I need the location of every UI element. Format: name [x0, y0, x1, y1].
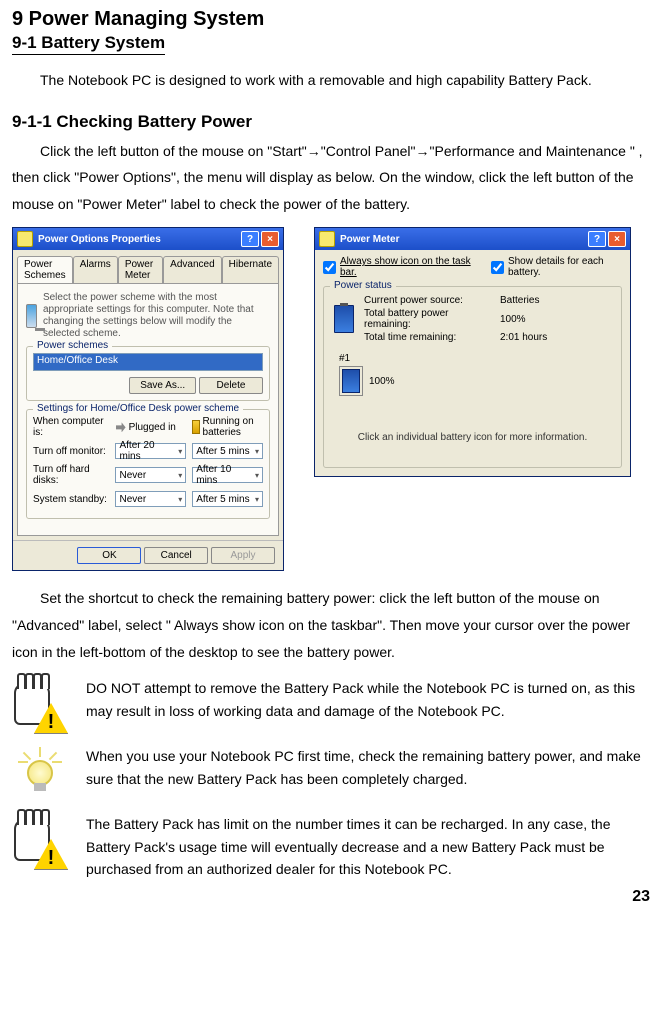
line1-label: Current power source: — [364, 295, 494, 306]
combo-plugged[interactable]: After 20 mins — [115, 443, 186, 459]
battery-1-pct: 100% — [369, 376, 395, 387]
combo-plugged[interactable]: Never — [115, 491, 186, 507]
monitor-icon — [26, 304, 37, 328]
row-label: System standby: — [33, 494, 109, 505]
hand-warning-icon — [12, 677, 68, 733]
paragraph-1: The Notebook PC is designed to work with… — [12, 67, 650, 94]
line3-label: Total time remaining: — [364, 332, 494, 343]
cancel-button[interactable]: Cancel — [144, 547, 208, 564]
power-status-group: Power status Current power source:Batter… — [323, 286, 622, 468]
legend: Power status — [330, 280, 396, 291]
p3-text: Set the shortcut to check the remaining … — [12, 590, 630, 659]
p1-text: The Notebook PC is designed to work with… — [40, 72, 592, 88]
line1-value: Batteries — [500, 295, 580, 306]
row-label: Turn off monitor: — [33, 446, 109, 457]
description-text: Select the power scheme with the most ap… — [43, 292, 270, 340]
row-monitor: Turn off monitor: After 20 mins After 5 … — [33, 443, 263, 459]
tab-power-schemes[interactable]: Power Schemes — [17, 256, 73, 283]
note3-text: The Battery Pack has limit on the number… — [86, 813, 650, 880]
batteries-label: Running on batteries — [203, 416, 263, 438]
row-harddisk: Turn off hard disks: Never After 10 mins — [33, 464, 263, 486]
when-label: When computer is: — [33, 416, 110, 438]
chk2-label: Show details for each battery. — [508, 256, 622, 278]
battery-number: #1 — [339, 353, 611, 364]
line2-value: 100% — [500, 314, 580, 325]
settings-group: Settings for Home/Office Desk power sche… — [26, 409, 270, 519]
heading-2: 9-1 Battery System — [12, 33, 165, 55]
screenshot-row: Power Options Properties ? × Power Schem… — [12, 227, 650, 571]
status-grid: Current power source: Batteries Total bat… — [334, 295, 611, 343]
combo-battery[interactable]: After 5 mins — [192, 491, 263, 507]
legend: Settings for Home/Office Desk power sche… — [33, 403, 243, 414]
apply-button[interactable]: Apply — [211, 547, 275, 564]
tab-power-meter[interactable]: Power Meter — [118, 256, 163, 283]
warning-note-2: The Battery Pack has limit on the number… — [12, 813, 650, 880]
page-number: 23 — [12, 888, 650, 906]
combo-plugged[interactable]: Never — [115, 467, 186, 483]
description-row: Select the power scheme with the most ap… — [26, 292, 270, 340]
tab-alarms[interactable]: Alarms — [73, 256, 118, 283]
close-button[interactable]: × — [261, 231, 279, 247]
help-button[interactable]: ? — [588, 231, 606, 247]
tab-advanced[interactable]: Advanced — [163, 256, 221, 283]
save-as-button[interactable]: Save As... — [129, 377, 196, 394]
plugged-label: Plugged in — [129, 422, 176, 433]
help-button[interactable]: ? — [241, 231, 259, 247]
combo-battery[interactable]: After 5 mins — [192, 443, 263, 459]
power-icon — [17, 231, 33, 247]
heading-1: 9 Power Managing System — [12, 8, 650, 31]
close-button[interactable]: × — [608, 231, 626, 247]
p2-text: Click the left button of the mouse on "S… — [12, 143, 643, 212]
tabs: Power Schemes Alarms Power Meter Advance… — [13, 250, 283, 283]
checkbox-row: Always show icon on the task bar. Show d… — [315, 250, 630, 284]
paragraph-3: Set the shortcut to check the remaining … — [12, 585, 650, 665]
legend: Power schemes — [33, 340, 112, 351]
lightbulb-icon — [12, 745, 68, 801]
power-meter-window: Power Meter ? × Always show icon on the … — [314, 227, 631, 477]
titlebar: Power Options Properties ? × — [13, 228, 283, 250]
window-title: Power Options Properties — [38, 234, 161, 245]
delete-button[interactable]: Delete — [199, 377, 263, 394]
show-details-checkbox[interactable]: Show details for each battery. — [491, 256, 622, 278]
battery-1-icon[interactable] — [339, 366, 363, 396]
row-standby: System standby: Never After 5 mins — [33, 491, 263, 507]
button-bar: OK Cancel Apply — [13, 540, 283, 570]
chk1-label: Always show icon on the task bar. — [340, 256, 471, 278]
power-schemes-group: Power schemes Home/Office Desk Save As..… — [26, 346, 270, 401]
row-label: Turn off hard disks: — [33, 464, 109, 486]
heading-3: 9-1-1 Checking Battery Power — [12, 112, 650, 132]
window-title: Power Meter — [340, 234, 399, 245]
column-header: When computer is: Plugged in Running on … — [33, 416, 263, 438]
always-show-checkbox[interactable]: Always show icon on the task bar. — [323, 256, 471, 278]
paragraph-2: Click the left button of the mouse on "S… — [12, 138, 650, 218]
power-options-window: Power Options Properties ? × Power Schem… — [12, 227, 284, 571]
note2-text: When you use your Notebook PC first time… — [86, 745, 650, 790]
line2-label: Total battery power remaining: — [364, 308, 494, 330]
scheme-select[interactable]: Home/Office Desk — [33, 353, 263, 371]
ok-button[interactable]: OK — [77, 547, 141, 564]
tab-hibernate[interactable]: Hibernate — [222, 256, 279, 283]
power-icon — [319, 231, 335, 247]
combo-battery[interactable]: After 10 mins — [192, 467, 263, 483]
battery-icon — [192, 420, 199, 434]
plug-icon — [116, 422, 126, 432]
warning-note-1: DO NOT attempt to remove the Battery Pac… — [12, 677, 650, 733]
tip-note: When you use your Notebook PC first time… — [12, 745, 650, 801]
battery-icon — [334, 305, 354, 333]
line3-value: 2:01 hours — [500, 332, 580, 343]
panel: Select the power scheme with the most ap… — [17, 283, 279, 536]
note1-text: DO NOT attempt to remove the Battery Pac… — [86, 677, 650, 722]
titlebar: Power Meter ? × — [315, 228, 630, 250]
click-hint: Click an individual battery icon for mor… — [334, 432, 611, 443]
hand-warning-icon — [12, 813, 68, 869]
